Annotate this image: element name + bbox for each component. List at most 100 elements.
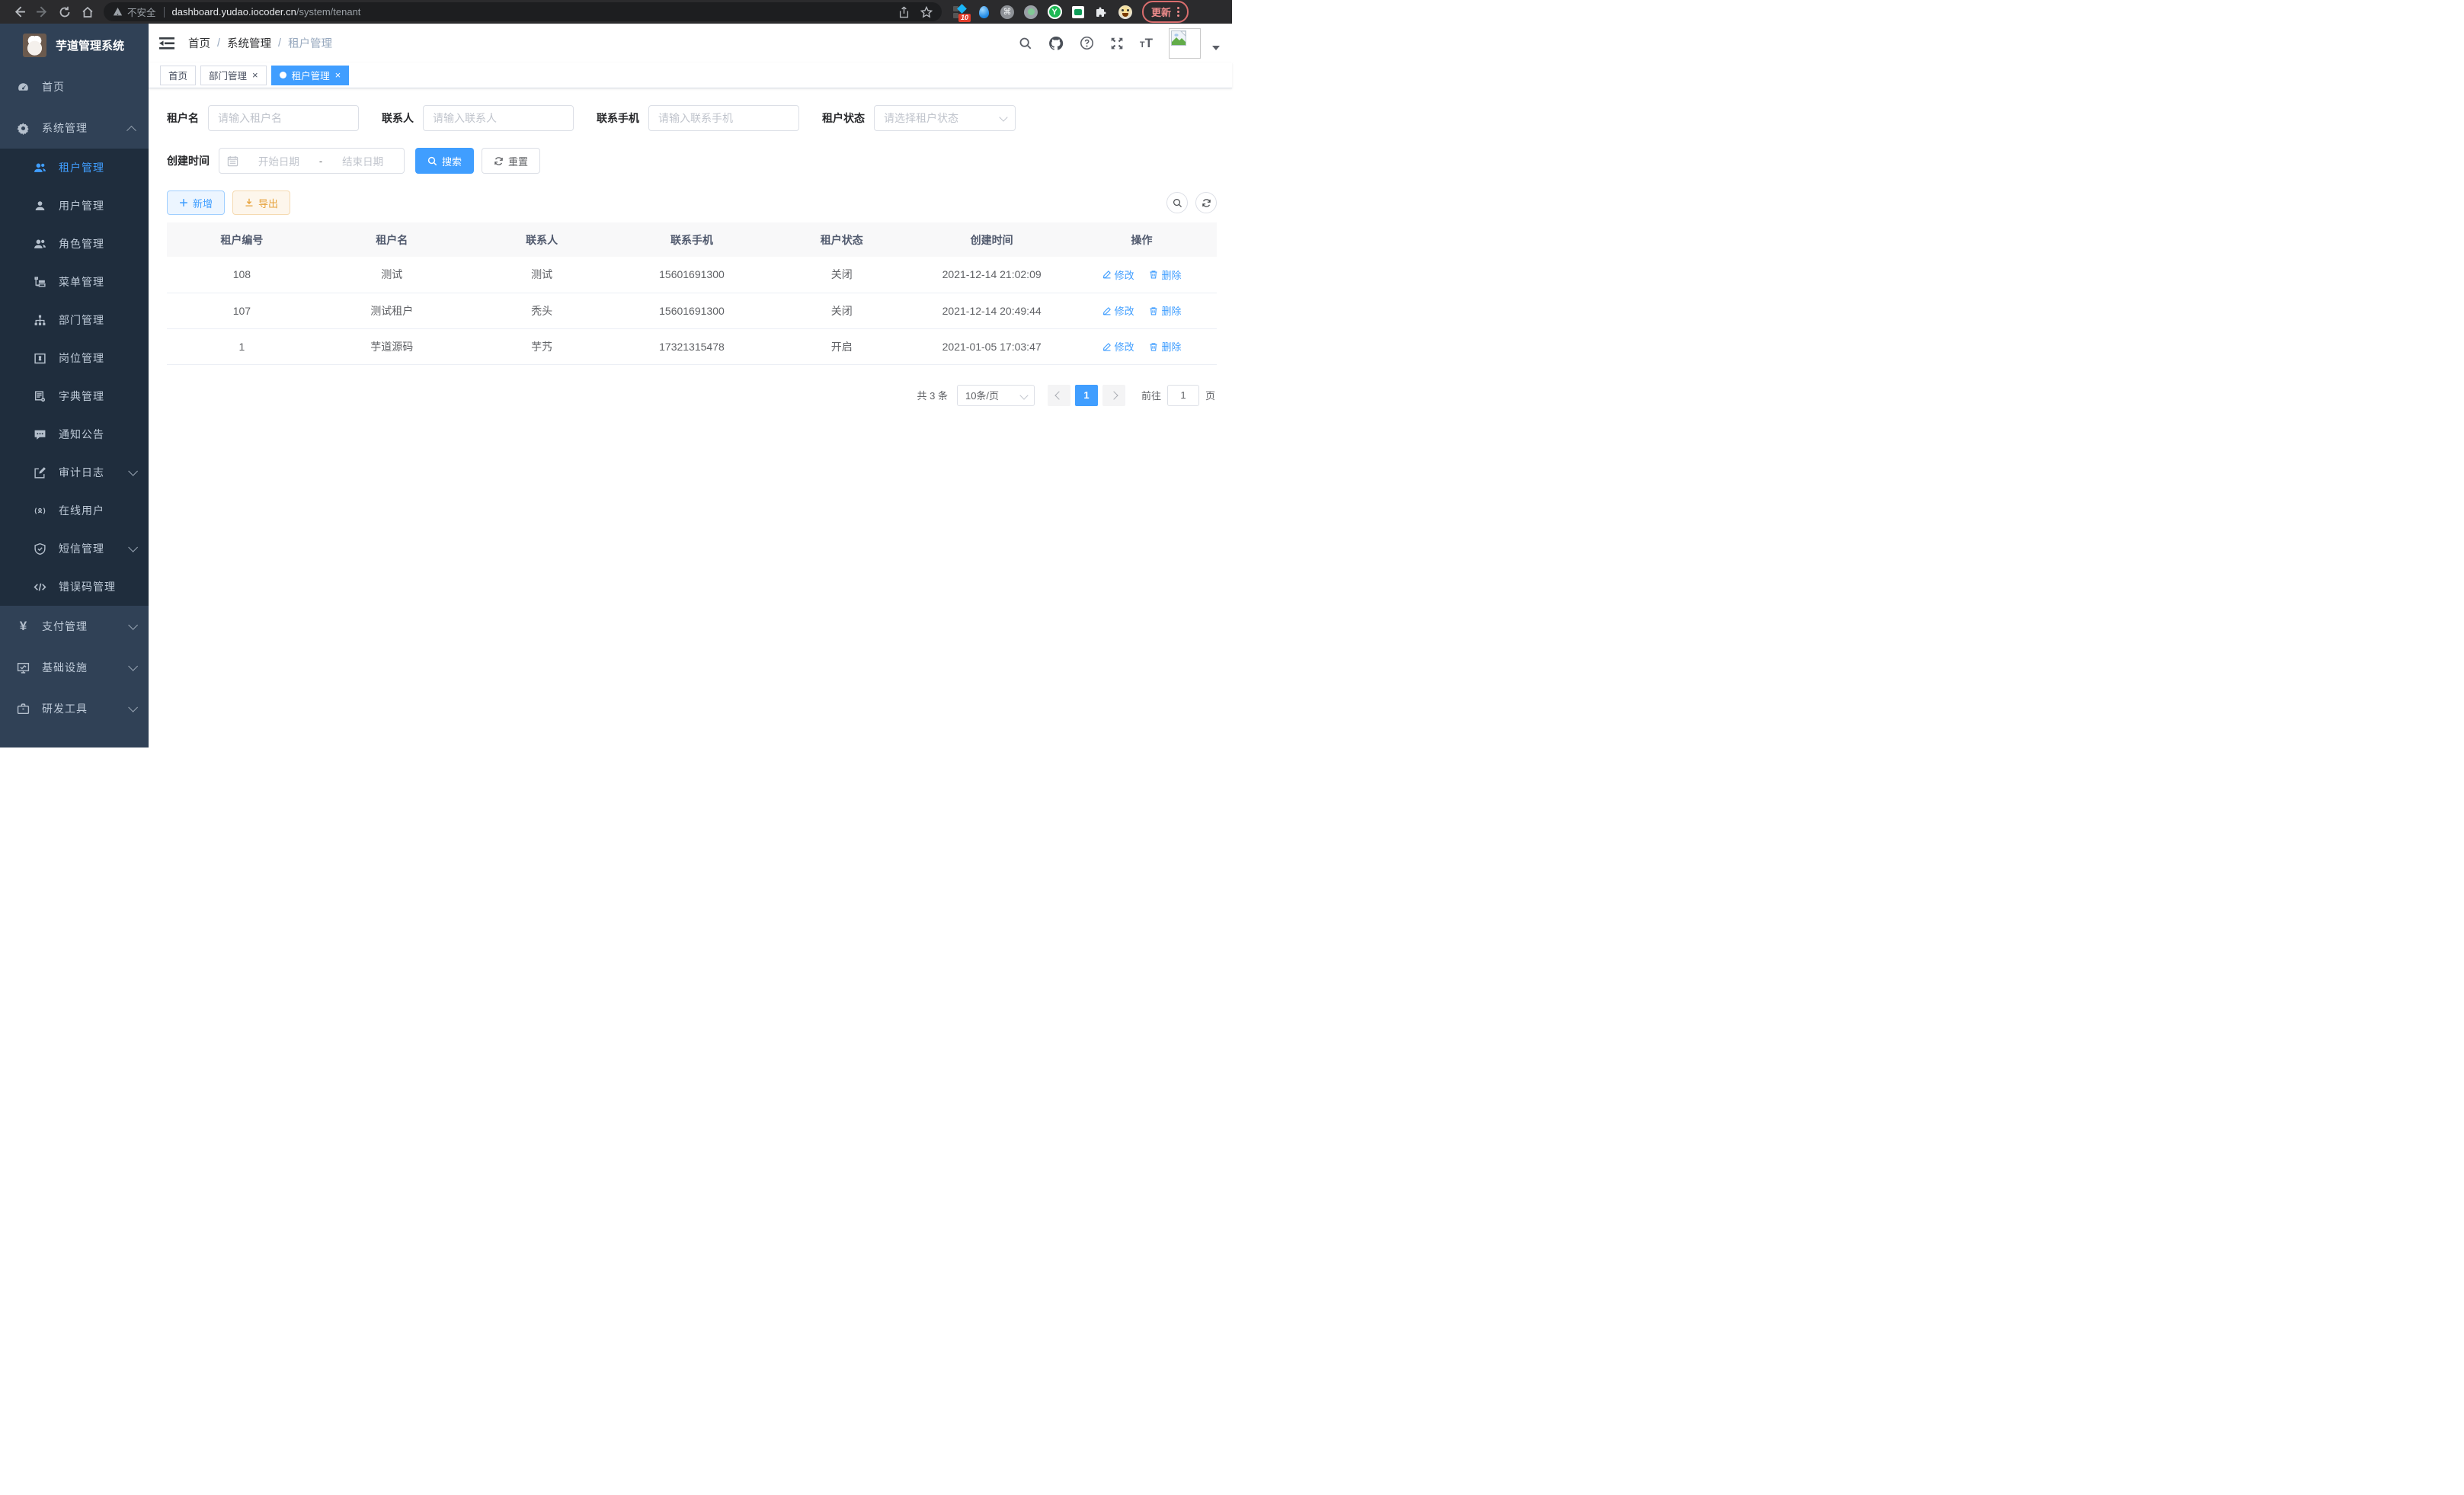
create-time-range-picker[interactable]: 开始日期 - 结束日期	[219, 148, 405, 174]
app-logo-image	[23, 34, 46, 57]
header-search-icon[interactable]	[1019, 37, 1032, 50]
table-row: 108 测试 测试 15601691300 关闭 2021-12-14 21:0…	[167, 257, 1217, 293]
extension-y-icon[interactable]: Y	[1047, 5, 1062, 20]
online-signal-icon	[34, 504, 46, 517]
share-icon[interactable]	[898, 6, 910, 18]
security-status[interactable]: 不安全	[113, 5, 156, 19]
end-date-placeholder: 结束日期	[329, 153, 396, 168]
table-header-row: 租户编号 租户名 联系人 联系手机 租户状态 创建时间 操作	[167, 222, 1217, 257]
delete-link[interactable]: 删除	[1149, 303, 1181, 318]
edit-link[interactable]: 修改	[1102, 339, 1134, 354]
page-size-select[interactable]: 10条/页	[957, 385, 1035, 406]
trash-icon	[1149, 342, 1158, 351]
sidebar-item-user[interactable]: 用户管理	[0, 187, 149, 225]
avatar[interactable]	[1169, 28, 1201, 59]
close-icon[interactable]: ×	[335, 70, 341, 80]
sidebar-item-sms[interactable]: 短信管理	[0, 530, 149, 568]
sidebar-item-role[interactable]: 角色管理	[0, 225, 149, 263]
app-logo-row[interactable]: 芋道管理系统	[0, 24, 149, 66]
top-navbar: 首页 / 系统管理 / 租户管理 TT	[149, 24, 1232, 62]
book-gear-icon	[34, 390, 46, 403]
sidebar-item-home[interactable]: 首页	[0, 66, 149, 107]
tab-home[interactable]: 首页	[160, 66, 196, 85]
add-button[interactable]: 新增	[167, 190, 225, 215]
extension-balloon-icon[interactable]	[976, 5, 991, 20]
help-icon[interactable]	[1080, 36, 1094, 50]
breadcrumb-home[interactable]: 首页	[188, 35, 210, 51]
browser-reload-icon[interactable]	[53, 2, 76, 22]
tags-view-bar: 首页 部门管理 × 租户管理 ×	[149, 62, 1232, 88]
avatar-caret-icon[interactable]	[1212, 46, 1220, 50]
sidebar-item-system[interactable]: 系统管理	[0, 107, 149, 149]
browser-menu-icon[interactable]	[1177, 7, 1179, 17]
browser-back-icon[interactable]	[8, 2, 30, 22]
prev-page-button[interactable]	[1048, 385, 1070, 406]
reset-button[interactable]: 重置	[482, 148, 540, 174]
extension-recorder-icon[interactable]	[1023, 5, 1038, 20]
sidebar-item-dev-tools[interactable]: 研发工具	[0, 688, 149, 729]
browser-home-icon[interactable]	[76, 2, 99, 22]
sidebar-item-infra[interactable]: 基础设施	[0, 647, 149, 688]
col-tenant-id: 租户编号	[167, 222, 317, 257]
status-select[interactable]	[874, 105, 1016, 131]
toggle-search-button[interactable]	[1166, 192, 1188, 213]
gear-icon	[17, 122, 30, 135]
sidebar-item-pay[interactable]: ¥ 支付管理	[0, 606, 149, 647]
status-text: 开启	[766, 328, 917, 364]
roles-icon	[34, 238, 46, 251]
col-status: 租户状态	[766, 222, 917, 257]
refresh-table-button[interactable]	[1195, 192, 1217, 213]
bookmark-star-icon[interactable]	[920, 6, 933, 18]
delete-link[interactable]: 删除	[1149, 267, 1181, 282]
sidebar-item-post[interactable]: 岗位管理	[0, 339, 149, 377]
contact-input[interactable]	[423, 105, 574, 131]
plus-icon	[179, 198, 188, 207]
breadcrumb-system[interactable]: 系统管理	[227, 35, 271, 51]
badge-icon	[34, 352, 46, 365]
status-select-input[interactable]	[874, 105, 1016, 131]
pagination: 共 3 条 10条/页 1 前往 页	[167, 385, 1217, 406]
sidebar-item-tenant[interactable]: 租户管理	[0, 149, 149, 187]
table-row: 107 测试租户 秃头 15601691300 关闭 2021-12-14 20…	[167, 293, 1217, 328]
tree-list-icon	[34, 276, 46, 289]
close-icon[interactable]: ×	[252, 70, 258, 80]
tab-tenant[interactable]: 租户管理 ×	[271, 66, 350, 85]
trash-icon	[1149, 306, 1158, 315]
page-number-1[interactable]: 1	[1075, 385, 1098, 406]
goto-page-input[interactable]	[1167, 385, 1199, 406]
export-button[interactable]: 导出	[232, 190, 290, 215]
goto-label: 前往	[1141, 388, 1161, 402]
fullscreen-icon[interactable]	[1110, 37, 1124, 50]
extension-command-icon[interactable]: ⌘	[1000, 5, 1015, 20]
browser-forward-icon[interactable]	[30, 2, 53, 22]
download-icon	[245, 198, 254, 207]
org-chart-icon	[34, 314, 46, 327]
sidebar-item-dept[interactable]: 部门管理	[0, 301, 149, 339]
tab-dept[interactable]: 部门管理 ×	[200, 66, 267, 85]
status-label: 租户状态	[822, 110, 865, 126]
next-page-button[interactable]	[1102, 385, 1125, 406]
extension-emoji-icon[interactable]	[1118, 5, 1133, 20]
chevron-down-icon	[128, 466, 138, 476]
edit-link[interactable]: 修改	[1102, 303, 1134, 318]
extensions-puzzle-icon[interactable]	[1094, 5, 1109, 20]
extension-chat-icon[interactable]	[1070, 5, 1086, 20]
sidebar-item-notice[interactable]: 通知公告	[0, 415, 149, 453]
sidebar-item-error-code[interactable]: 错误码管理	[0, 568, 149, 606]
font-size-icon[interactable]: TT	[1140, 37, 1153, 50]
extension-tampermonkey-icon[interactable]: 10	[952, 5, 968, 20]
sidebar-item-menu[interactable]: 菜单管理	[0, 263, 149, 301]
sidebar-collapse-icon[interactable]	[159, 37, 174, 50]
github-icon[interactable]	[1048, 36, 1064, 51]
delete-link[interactable]: 删除	[1149, 339, 1181, 354]
edit-link[interactable]: 修改	[1102, 267, 1134, 282]
sidebar-item-dict[interactable]: 字典管理	[0, 377, 149, 415]
address-bar[interactable]: 不安全 dashboard.yudao.iocoder.cn/system/te…	[104, 2, 942, 21]
table-row: 1 芋道源码 芋艿 17321315478 开启 2021-01-05 17:0…	[167, 328, 1217, 364]
browser-update-button[interactable]: 更新	[1142, 1, 1189, 23]
search-button[interactable]: 搜索	[415, 148, 474, 174]
sidebar-item-audit-log[interactable]: 审计日志	[0, 453, 149, 491]
tenant-name-input[interactable]	[208, 105, 359, 131]
sidebar-item-online-user[interactable]: 在线用户	[0, 491, 149, 530]
phone-input[interactable]	[648, 105, 799, 131]
